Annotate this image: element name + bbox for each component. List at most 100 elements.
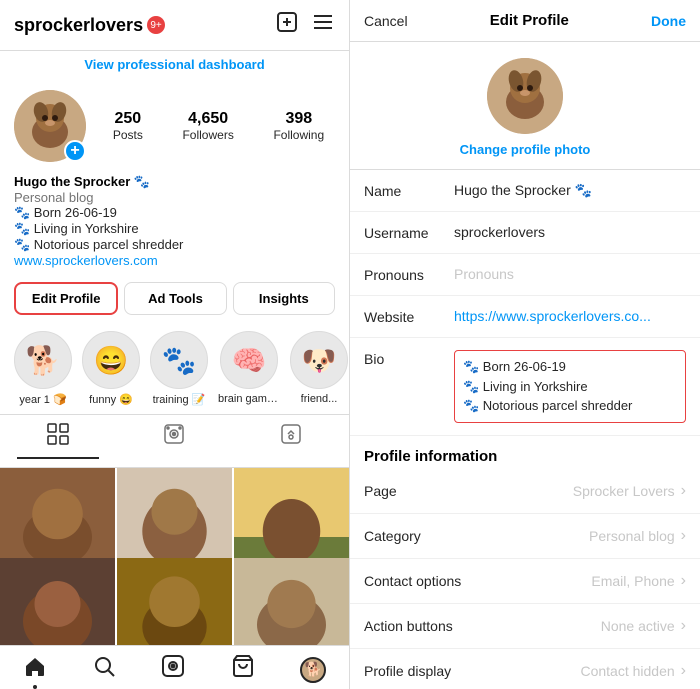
bio-edit-line-1: 🐾 Born 26-06-19	[463, 357, 677, 377]
tab-grid[interactable]	[17, 423, 99, 459]
bio-category: Personal blog	[14, 190, 335, 205]
following-label: Following	[273, 128, 324, 142]
page-label: Page	[364, 483, 573, 499]
nav-profile-avatar: 🐕	[300, 657, 326, 683]
highlight-braingame[interactable]: 🧠 brain game...	[218, 331, 280, 406]
highlight-friend[interactable]: 🐶 friend...	[290, 331, 348, 406]
following-count: 398	[285, 110, 312, 128]
website-row: Website https://www.sprockerlovers.co...	[350, 296, 700, 338]
action-buttons-info-row[interactable]: Action buttons None active ›	[350, 604, 700, 649]
left-header: sprockerlovers 9+	[0, 0, 349, 51]
done-button[interactable]: Done	[651, 13, 686, 29]
avatar-wrapper: +	[14, 90, 86, 162]
following-stat[interactable]: 398 Following	[273, 110, 324, 142]
highlight-circle-friend: 🐶	[290, 331, 348, 389]
right-panel: Cancel Edit Profile Done Change profile …	[350, 0, 700, 689]
posts-count: 250	[114, 110, 141, 128]
nav-home[interactable]	[23, 654, 47, 685]
header-icons	[275, 10, 335, 40]
nav-profile[interactable]: 🐕	[300, 657, 326, 683]
pronouns-label: Pronouns	[364, 266, 454, 283]
username-label: Username	[364, 224, 454, 241]
tab-reels[interactable]	[133, 423, 215, 459]
name-row: Name Hugo the Sprocker 🐾	[350, 170, 700, 212]
highlight-year1[interactable]: 🐕 year 1 🍞	[14, 331, 72, 406]
username-label: sprockerlovers	[14, 15, 143, 36]
page-chevron-icon: ›	[681, 482, 686, 500]
category-chevron-icon: ›	[681, 527, 686, 545]
username-row: Username sprockerlovers	[350, 212, 700, 254]
contact-options-label: Contact options	[364, 573, 591, 589]
posts-stat: 250 Posts	[113, 110, 143, 142]
pronouns-value[interactable]: Pronouns	[454, 266, 686, 282]
pronouns-row: Pronouns Pronouns	[350, 254, 700, 296]
name-label: Name	[364, 182, 454, 199]
left-panel: sprockerlovers 9+ View professional dash	[0, 0, 350, 689]
highlight-circle-training: 🐾	[150, 331, 208, 389]
menu-button[interactable]	[311, 10, 335, 40]
profile-display-value: Contact hidden	[580, 663, 674, 679]
category-row[interactable]: Category Personal blog ›	[350, 514, 700, 559]
change-photo-button[interactable]: Change profile photo	[460, 142, 591, 157]
profile-information-title: Profile information	[350, 436, 700, 469]
page-row[interactable]: Page Sprocker Lovers ›	[350, 469, 700, 514]
insights-button[interactable]: Insights	[233, 282, 335, 315]
photo-grid	[0, 468, 349, 645]
nav-search[interactable]	[92, 654, 116, 685]
professional-dashboard-link[interactable]: View professional dashboard	[0, 51, 349, 78]
photo-cell-4[interactable]	[0, 558, 115, 646]
name-value[interactable]: Hugo the Sprocker 🐾	[454, 182, 686, 199]
followers-stat[interactable]: 4,650 Followers	[182, 110, 233, 142]
profile-display-row[interactable]: Profile display Contact hidden ›	[350, 649, 700, 689]
website-value[interactable]: https://www.sprockerlovers.co...	[454, 308, 686, 324]
website-label: Website	[364, 308, 454, 325]
highlight-label-friend: friend...	[301, 393, 338, 405]
edit-avatar-image	[487, 58, 563, 134]
bio-label: Bio	[364, 350, 454, 367]
photo-cell-6[interactable]	[234, 558, 349, 646]
highlight-circle-year1: 🐕	[14, 331, 72, 389]
highlights-row: 🐕 year 1 🍞 😄 funny 😄 🐾 training 📝 🧠 brai…	[0, 323, 349, 414]
highlight-circle-braingame: 🧠	[220, 331, 278, 389]
username-value[interactable]: sprockerlovers	[454, 224, 686, 240]
bio-website-link[interactable]: www.sprockerlovers.com	[14, 253, 335, 268]
bio-line-3: 🐾 Notorious parcel shredder	[14, 237, 335, 253]
contact-options-chevron-icon: ›	[681, 572, 686, 590]
profile-bio: Hugo the Sprocker 🐾 Personal blog 🐾 Born…	[0, 170, 349, 276]
nav-shop[interactable]	[231, 654, 255, 685]
action-buttons-info-value: None active	[601, 618, 675, 634]
action-buttons-chevron-icon: ›	[681, 617, 686, 635]
nav-home-dot	[33, 685, 37, 689]
category-label: Category	[364, 528, 589, 544]
add-post-button[interactable]	[275, 10, 299, 40]
highlight-label-braingame: brain game...	[218, 393, 280, 405]
edit-form-section: Name Hugo the Sprocker 🐾 Username sprock…	[350, 170, 700, 689]
highlight-label-funny: funny 😄	[89, 393, 133, 406]
posts-label: Posts	[113, 128, 143, 142]
photo-cell-5[interactable]	[117, 558, 232, 646]
category-value: Personal blog	[589, 528, 675, 544]
highlight-funny[interactable]: 😄 funny 😄	[82, 331, 140, 406]
ad-tools-button[interactable]: Ad Tools	[124, 282, 226, 315]
bio-edit-line-2: 🐾 Living in Yorkshire	[463, 377, 677, 397]
nav-reels[interactable]	[161, 654, 185, 685]
bio-field[interactable]: 🐾 Born 26-06-19 🐾 Living in Yorkshire 🐾 …	[454, 350, 686, 423]
profile-display-chevron-icon: ›	[681, 662, 686, 680]
bio-name: Hugo the Sprocker 🐾	[14, 174, 335, 190]
followers-count: 4,650	[188, 110, 228, 128]
contact-options-value: Email, Phone	[591, 573, 674, 589]
page-value: Sprocker Lovers	[573, 483, 675, 499]
photo-section: Change profile photo	[350, 42, 700, 170]
contact-options-row[interactable]: Contact options Email, Phone ›	[350, 559, 700, 604]
avatar-add-button[interactable]: +	[64, 140, 86, 162]
edit-profile-button[interactable]: Edit Profile	[14, 282, 118, 315]
highlight-training[interactable]: 🐾 training 📝	[150, 331, 208, 406]
tab-tagged[interactable]	[250, 423, 332, 459]
profile-display-label: Profile display	[364, 663, 580, 679]
action-buttons-row: Edit Profile Ad Tools Insights	[0, 276, 349, 323]
highlight-label-training: training 📝	[153, 393, 206, 406]
highlight-label-year1: year 1 🍞	[19, 393, 66, 406]
username-area: sprockerlovers 9+	[14, 15, 165, 36]
bio-edit-line-3: 🐾 Notorious parcel shredder	[463, 396, 677, 416]
cancel-button[interactable]: Cancel	[364, 13, 408, 29]
